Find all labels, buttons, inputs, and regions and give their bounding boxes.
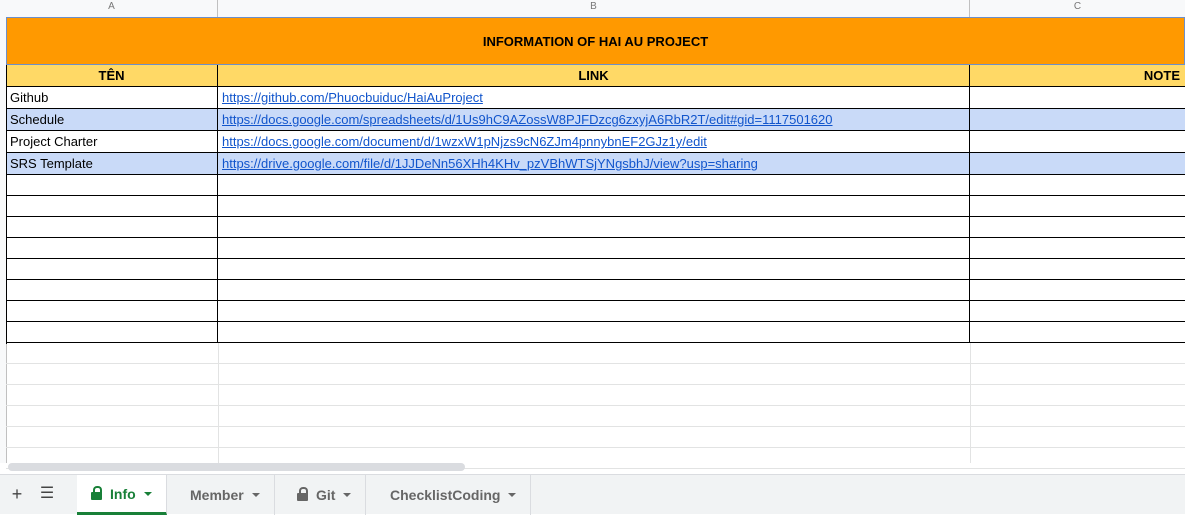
sheet-tab-info[interactable]: Info: [77, 475, 167, 515]
cell-note[interactable]: [970, 153, 1185, 174]
grid-column-line: [218, 343, 219, 463]
cell-empty[interactable]: [6, 196, 218, 216]
cell-empty[interactable]: [218, 259, 970, 279]
horizontal-scrollbar[interactable]: [8, 463, 465, 471]
tab-label: Member: [190, 487, 244, 503]
sheet-tab-checklistcoding[interactable]: ChecklistCoding: [376, 475, 532, 515]
column-header-bar: A B C: [0, 0, 1185, 18]
chevron-down-icon[interactable]: [251, 493, 260, 497]
column-header-b[interactable]: B: [218, 0, 970, 17]
header-note[interactable]: NOTE: [970, 65, 1185, 87]
cell-link[interactable]: https://drive.google.com/file/d/1JJDeNn5…: [218, 153, 970, 174]
cell-empty[interactable]: [218, 238, 970, 258]
empty-row[interactable]: [6, 259, 1185, 280]
sheet-tab-git[interactable]: Git: [283, 475, 367, 515]
link-url[interactable]: https://drive.google.com/file/d/1JJDeNn5…: [222, 156, 758, 171]
cell-link[interactable]: https://github.com/Phuocbuiduc/HaiAuProj…: [218, 87, 970, 108]
cell-name[interactable]: SRS Template: [6, 153, 218, 174]
link-url[interactable]: https://docs.google.com/spreadsheets/d/1…: [222, 112, 833, 127]
link-url[interactable]: https://github.com/Phuocbuiduc/HaiAuProj…: [222, 90, 483, 105]
sheet-tab-member[interactable]: Member: [176, 475, 275, 515]
chevron-down-icon[interactable]: [143, 491, 152, 496]
cell-empty[interactable]: [218, 217, 970, 237]
empty-row[interactable]: [6, 301, 1185, 322]
tab-label: Info: [110, 485, 136, 502]
cell-empty[interactable]: [6, 175, 218, 195]
empty-row[interactable]: [6, 280, 1185, 301]
header-ten[interactable]: TÊN: [6, 65, 218, 87]
grid-column-line: [970, 343, 971, 463]
grid-row[interactable]: [6, 406, 1185, 427]
table-row: Github https://github.com/Phuocbuiduc/Hai…: [6, 87, 1185, 109]
header-link[interactable]: LINK: [218, 65, 970, 87]
grid-row[interactable]: [6, 427, 1185, 448]
table-left-border: [6, 65, 7, 344]
cell-empty[interactable]: [6, 301, 218, 321]
empty-row[interactable]: [6, 196, 1185, 217]
cell-name[interactable]: Schedule: [6, 109, 218, 130]
cell-empty[interactable]: [6, 322, 218, 342]
empty-row[interactable]: [6, 238, 1185, 259]
empty-row[interactable]: [6, 217, 1185, 238]
cell-link[interactable]: https://docs.google.com/spreadsheets/d/1…: [218, 109, 970, 130]
cell-empty[interactable]: [6, 280, 218, 300]
tab-label: Git: [316, 487, 336, 503]
cell-name[interactable]: Project Charter: [6, 131, 218, 152]
chevron-down-icon[interactable]: [343, 493, 352, 497]
cell-note[interactable]: [970, 87, 1185, 108]
cell-note[interactable]: [970, 131, 1185, 152]
table-row: SRS Template https://drive.google.com/fil…: [6, 153, 1185, 175]
column-header-a[interactable]: A: [6, 0, 218, 17]
table-row: Schedule https://docs.google.com/spreadsh…: [6, 109, 1185, 131]
tab-label: ChecklistCoding: [390, 487, 501, 503]
all-sheets-icon[interactable]: ☰: [33, 475, 61, 515]
link-url[interactable]: https://docs.google.com/document/d/1wzxW…: [222, 134, 707, 149]
lock-icon: [91, 485, 102, 500]
grid-row[interactable]: [6, 364, 1185, 385]
cell-empty[interactable]: [218, 301, 970, 321]
cell-empty[interactable]: [218, 196, 970, 216]
title-text: INFORMATION OF HAI AU PROJECT: [482, 33, 709, 49]
sheet-tab-bar: + ☰ Info Member Git ChecklistCoding: [0, 474, 1185, 515]
plus-icon[interactable]: +: [3, 475, 31, 515]
cell-note[interactable]: [970, 109, 1185, 130]
chevron-down-icon[interactable]: [508, 493, 517, 497]
cell-name[interactable]: Github: [6, 87, 218, 108]
cell-link[interactable]: https://docs.google.com/document/d/1wzxW…: [218, 131, 970, 152]
title-cell[interactable]: INFORMATION OF HAI AU PROJECT: [6, 17, 1185, 65]
empty-row[interactable]: [6, 322, 1185, 343]
column-header-c[interactable]: C: [970, 0, 1185, 17]
grid-row[interactable]: [6, 385, 1185, 406]
cell-empty[interactable]: [218, 175, 970, 195]
cell-empty[interactable]: [218, 322, 970, 342]
cell-empty[interactable]: [6, 238, 218, 258]
grid-row[interactable]: [6, 343, 1185, 364]
lock-icon: [297, 487, 308, 501]
cell-empty[interactable]: [218, 280, 970, 300]
empty-row[interactable]: [6, 175, 1185, 196]
cell-empty[interactable]: [6, 217, 218, 237]
table-row: Project Charter https://docs.google.com/d…: [6, 131, 1185, 153]
cell-empty[interactable]: [6, 259, 218, 279]
